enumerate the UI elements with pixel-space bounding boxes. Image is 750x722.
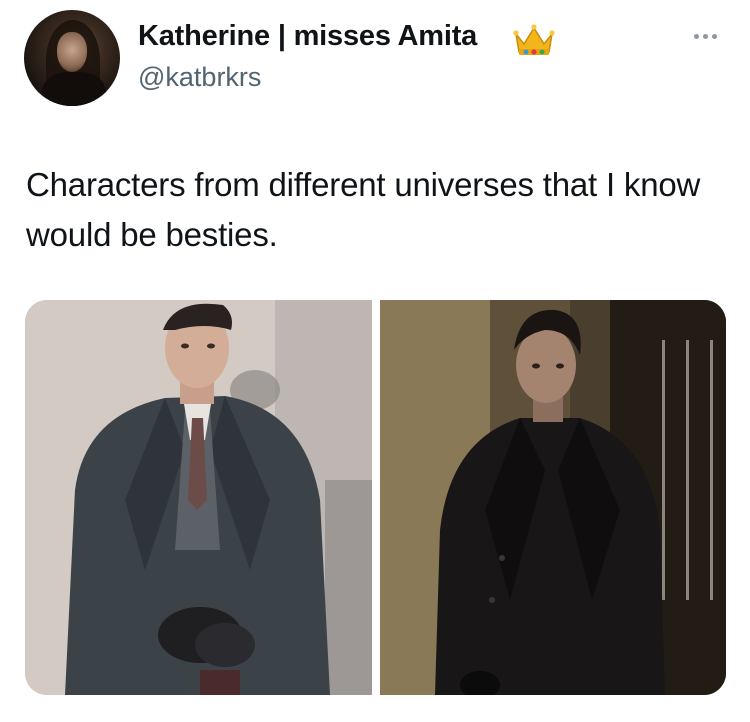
media-photo-right[interactable] (380, 300, 726, 695)
media-grid (25, 300, 726, 695)
man-in-black-coat-photo (380, 300, 726, 695)
avatar-face (57, 32, 87, 72)
tweet-card: Katherine | misses Amita @katbrkrs Chara… (0, 0, 750, 722)
media-photo-left[interactable] (25, 300, 372, 695)
man-in-dark-overcoat-photo (25, 300, 372, 695)
tweet-text: Characters from different universes that… (26, 166, 701, 253)
more-dot (693, 33, 699, 39)
display-name[interactable]: Katherine | misses Amita (138, 20, 477, 53)
avatar-body (42, 72, 106, 106)
avatar[interactable] (24, 10, 120, 106)
more-options-icon[interactable] (690, 28, 720, 44)
crown-icon (513, 24, 555, 55)
more-dot (711, 33, 717, 39)
user-handle[interactable]: @katbrkrs (138, 62, 261, 93)
more-dot (702, 33, 708, 39)
